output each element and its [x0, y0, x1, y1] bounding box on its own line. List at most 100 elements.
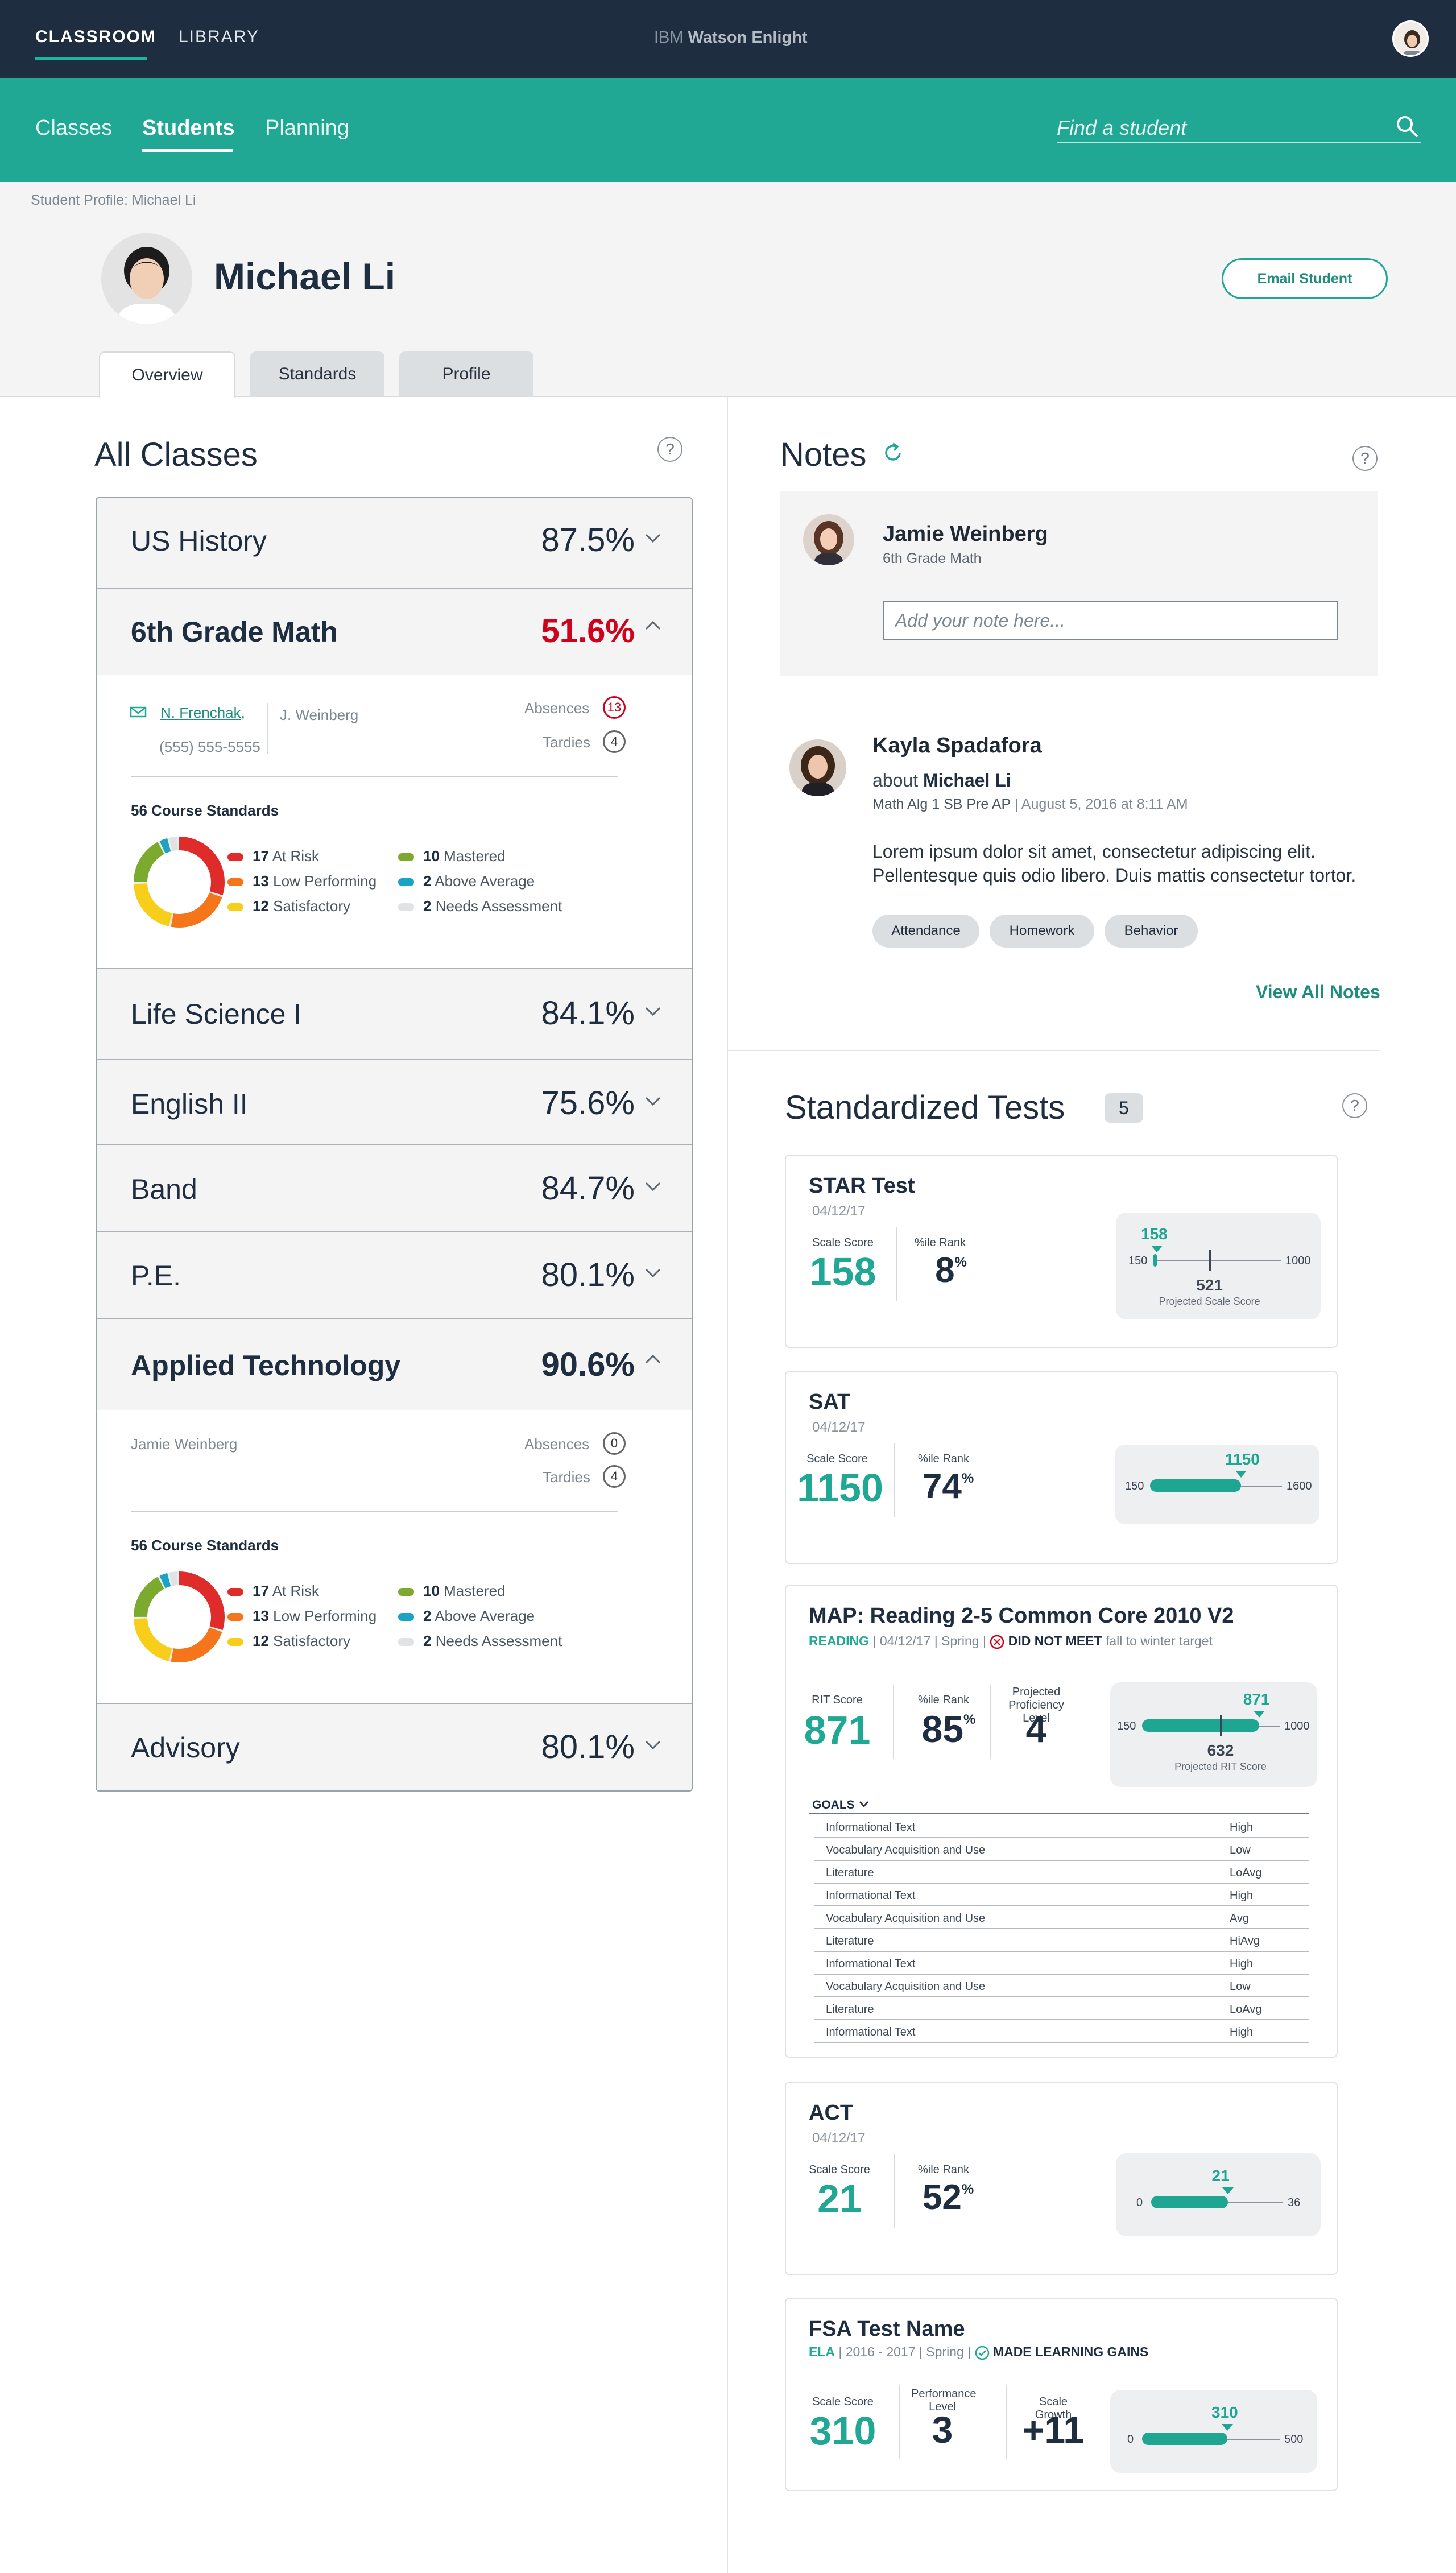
percentile-rank-value: 52 — [922, 2178, 962, 2217]
nav-classes[interactable]: Classes — [35, 116, 112, 140]
test-card-fsa[interactable]: FSA Test Name ELA | 2016 - 2017 | Spring… — [785, 2298, 1338, 2491]
chevron-down-icon[interactable] — [643, 1263, 663, 1283]
help-icon[interactable]: ? — [1352, 446, 1378, 471]
legend-swatch — [398, 878, 414, 886]
tab-classroom[interactable]: CLASSROOM — [35, 27, 156, 47]
coteacher-name: J. Weinberg — [280, 706, 359, 723]
tag-behavior[interactable]: Behavior — [1105, 915, 1198, 948]
chevron-up-icon[interactable] — [643, 615, 663, 636]
author-avatar — [803, 514, 854, 565]
test-name: STAR Test — [809, 1174, 915, 1198]
refresh-icon[interactable] — [880, 440, 905, 465]
nav-students[interactable]: Students — [142, 116, 235, 140]
gauge-min: 0 — [1136, 2196, 1143, 2209]
goals-toggle[interactable]: GOALS — [812, 1798, 870, 1812]
search-icon[interactable] — [1395, 114, 1420, 139]
note-input[interactable] — [883, 601, 1338, 640]
metric-label: Scale Score — [812, 2396, 874, 2408]
class-detail-math: N. Frenchak, (555) 555-5555 J. Weinberg … — [97, 675, 692, 969]
tab-standards[interactable]: Standards — [250, 351, 384, 397]
chevron-down-icon[interactable] — [643, 1091, 663, 1111]
absences-label: Absences — [524, 700, 590, 717]
legend-swatch — [228, 853, 243, 861]
class-row-applied-technology[interactable]: Applied Technology 90.6% — [97, 1319, 692, 1410]
class-row-advisory[interactable]: Advisory 80.1% — [97, 1704, 692, 1790]
score-gauge: 150 1600 1150 — [1115, 1445, 1320, 1524]
scale-score: 158 — [809, 1250, 876, 1294]
class-row-6th-grade-math[interactable]: 6th Grade Math 51.6% — [97, 589, 692, 675]
breadcrumb[interactable]: Student Profile: Michael Li — [31, 192, 196, 209]
gauge-max: 500 — [1284, 2433, 1304, 2446]
metric-label: RIT Score — [812, 1694, 863, 1706]
legend-count: 17 — [253, 1582, 269, 1599]
class-name: 6th Grade Math — [131, 616, 338, 648]
teacher-phone: (555) 555-5555 — [159, 738, 260, 755]
goal-name: Vocabulary Acquisition and Use — [826, 1844, 986, 1856]
goal-level: Low — [1230, 1844, 1251, 1856]
legend-item: 17 At Risk — [253, 1582, 319, 1600]
brand-prefix: IBM — [654, 28, 684, 47]
class-row-english-ii[interactable]: English II 75.6% — [97, 1060, 692, 1145]
gauge-fill — [1150, 1479, 1242, 1492]
rit-score: 871 — [804, 1708, 871, 1752]
percentile-suffix: % — [961, 1471, 974, 1486]
class-row-us-history[interactable]: US History 87.5% — [97, 498, 692, 589]
test-card-act[interactable]: ACT 04/12/17 Scale Score 21 %ile Rank 52… — [785, 2082, 1338, 2275]
goal-level: High — [1230, 1821, 1254, 1834]
gauge-marker — [1222, 2187, 1234, 2194]
goal-name: Literature — [826, 1867, 874, 1879]
class-row-pe[interactable]: P.E. 80.1% — [97, 1232, 692, 1319]
goal-row: Informational Text High — [814, 1884, 1309, 1906]
student-search-input[interactable] — [1057, 114, 1421, 143]
tab-profile[interactable]: Profile — [399, 351, 533, 397]
tag-attendance[interactable]: Attendance — [872, 915, 979, 948]
goal-name: Vocabulary Acquisition and Use — [826, 1912, 986, 1925]
user-avatar[interactable] — [1392, 20, 1429, 57]
tab-library[interactable]: LIBRARY — [179, 27, 259, 47]
help-icon[interactable]: ? — [1342, 1093, 1367, 1118]
chevron-down-icon[interactable] — [643, 1001, 663, 1021]
metric-label: Scale Score — [809, 2164, 870, 2176]
test-name: MAP: Reading 2-5 Common Core 2010 V2 — [809, 1604, 1234, 1628]
class-row-life-science[interactable]: Life Science I 84.1% — [97, 969, 692, 1060]
test-card-star[interactable]: STAR Test 04/12/17 Scale Score 158 %ile … — [785, 1155, 1338, 1348]
goal-level: Low — [1230, 1980, 1251, 1993]
legend-item: 17 At Risk — [253, 847, 319, 865]
chevron-down-icon — [859, 1801, 868, 1807]
tests-count-badge: 5 — [1105, 1093, 1143, 1123]
legend-count: 13 — [253, 872, 269, 890]
tardies-label: Tardies — [543, 1468, 590, 1486]
class-row-band[interactable]: Band 84.7% — [97, 1145, 692, 1232]
chevron-down-icon[interactable] — [643, 1735, 663, 1755]
tag-homework[interactable]: Homework — [990, 915, 1094, 948]
legend-label: Satisfactory — [268, 1632, 350, 1649]
teacher-link[interactable]: N. Frenchak, — [160, 704, 245, 722]
scale-score: 310 — [809, 2409, 876, 2453]
class-name: US History — [131, 525, 267, 557]
note-about-name: Michael Li — [923, 770, 1011, 791]
active-tab-indicator — [35, 57, 147, 60]
absences-label: Absences — [524, 1436, 590, 1453]
chevron-down-icon[interactable] — [643, 1176, 663, 1197]
nav-planning[interactable]: Planning — [265, 116, 349, 140]
student-name: Michael Li — [214, 255, 396, 297]
email-student-button[interactable]: Email Student — [1222, 258, 1388, 299]
test-meta: READING | 04/12/17 | Spring | DID NOT ME… — [809, 1633, 1213, 1649]
class-score: 80.1% — [541, 1728, 635, 1765]
legend-label: Needs Assessment — [431, 1632, 562, 1649]
tab-overview[interactable]: Overview — [99, 351, 235, 398]
chevron-up-icon[interactable] — [643, 1349, 663, 1370]
student-avatar — [101, 233, 192, 324]
view-all-notes-link[interactable]: View All Notes — [1256, 982, 1380, 1003]
percentile-suffix: % — [954, 1255, 967, 1270]
mail-icon[interactable] — [130, 705, 147, 719]
test-name: FSA Test Name — [809, 2317, 965, 2341]
help-icon[interactable]: ? — [657, 437, 682, 462]
all-classes-title: All Classes — [94, 436, 258, 473]
percentile-rank: 74% — [917, 1466, 979, 1507]
class-score: 80.1% — [541, 1256, 635, 1293]
chevron-down-icon[interactable] — [643, 528, 663, 548]
test-card-map[interactable]: MAP: Reading 2-5 Common Core 2010 V2 REA… — [785, 1585, 1338, 2058]
test-card-sat[interactable]: SAT 04/12/17 Scale Score 1150 %ile Rank … — [785, 1371, 1338, 1564]
compose-class-name: 6th Grade Math — [883, 551, 982, 566]
